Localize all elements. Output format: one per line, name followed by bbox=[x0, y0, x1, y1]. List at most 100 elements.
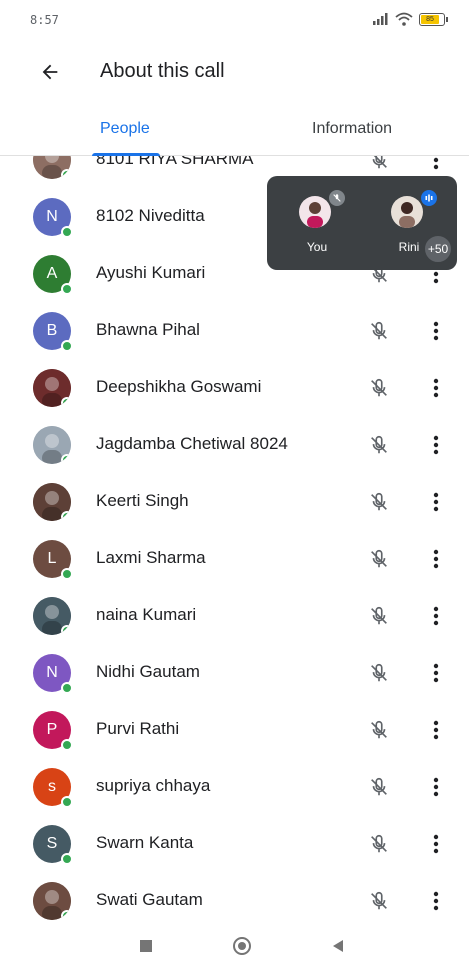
avatar-initial: s bbox=[48, 778, 56, 795]
participant-name: Nidhi Gautam bbox=[96, 662, 200, 681]
mute-status-button[interactable] bbox=[365, 716, 393, 744]
participant-row[interactable]: Swati Gautam bbox=[0, 872, 469, 928]
avatar: A bbox=[33, 255, 73, 295]
participant-menu-button[interactable] bbox=[424, 602, 448, 630]
mute-status-button[interactable] bbox=[365, 773, 393, 801]
mute-status-button[interactable] bbox=[365, 156, 393, 174]
participant-menu-button[interactable] bbox=[424, 659, 448, 687]
self-avatar bbox=[299, 196, 331, 228]
mute-status-button[interactable] bbox=[365, 374, 393, 402]
presence-dot bbox=[61, 625, 71, 635]
app-bar: About this call bbox=[0, 42, 469, 102]
more-vert-icon bbox=[433, 378, 439, 398]
participant-row[interactable]: Deepshikha Goswami bbox=[0, 359, 469, 416]
avatar bbox=[33, 369, 71, 407]
tab-information[interactable]: Information bbox=[312, 120, 392, 138]
back-nav-button[interactable] bbox=[324, 934, 352, 958]
participant-name: 8102 Niveditta bbox=[96, 206, 205, 225]
participant-row[interactable]: Keerti Singh bbox=[0, 473, 469, 530]
more-vert-icon bbox=[433, 492, 439, 512]
more-vert-icon bbox=[433, 321, 439, 341]
tab-bar: People Information bbox=[0, 110, 469, 156]
mute-status-button[interactable] bbox=[365, 830, 393, 858]
avatar-initial: S bbox=[46, 835, 58, 852]
more-vert-icon bbox=[433, 663, 439, 683]
page-title: About this call bbox=[100, 60, 225, 82]
mic-off-icon bbox=[371, 378, 387, 397]
avatar bbox=[33, 882, 71, 920]
mute-status-button[interactable] bbox=[365, 887, 393, 915]
square-icon bbox=[140, 940, 152, 952]
mute-status-button[interactable] bbox=[365, 488, 393, 516]
mute-status-button[interactable] bbox=[365, 659, 393, 687]
mute-status-button[interactable] bbox=[365, 545, 393, 573]
mute-status-button[interactable] bbox=[365, 317, 393, 345]
arrow-back-icon bbox=[42, 64, 58, 80]
presence-dot bbox=[61, 169, 71, 179]
participant-name: naina Kumari bbox=[96, 605, 197, 624]
tab-people[interactable]: People bbox=[100, 120, 150, 138]
avatar bbox=[33, 483, 71, 521]
avatar-initial: L bbox=[47, 550, 57, 567]
participant-name: Deepshikha Goswami bbox=[96, 377, 262, 396]
status-time: 8:57 bbox=[30, 13, 59, 27]
more-vert-icon bbox=[433, 435, 439, 455]
participant-name: Swarn Kanta bbox=[96, 833, 194, 852]
presence-dot bbox=[61, 910, 71, 920]
more-vert-icon bbox=[433, 777, 439, 797]
avatar bbox=[33, 597, 71, 635]
wifi-icon bbox=[395, 12, 413, 26]
system-nav-bar bbox=[0, 928, 469, 962]
home-button[interactable] bbox=[228, 934, 256, 958]
participant-name: 8101 RIYA SHARMA bbox=[96, 156, 254, 168]
mic-off-icon bbox=[371, 663, 387, 682]
mic-off-icon bbox=[371, 435, 387, 454]
presence-dot bbox=[61, 853, 73, 865]
avatar: s bbox=[33, 768, 73, 808]
presence-dot bbox=[61, 796, 73, 808]
participant-menu-button[interactable] bbox=[424, 716, 448, 744]
avatar: P bbox=[33, 711, 73, 751]
participant-menu-button[interactable] bbox=[424, 431, 448, 459]
participant-row[interactable]: S Swarn Kanta bbox=[0, 815, 469, 872]
avatar bbox=[33, 156, 71, 179]
avatar: S bbox=[33, 825, 73, 865]
more-vert-icon bbox=[433, 720, 439, 740]
more-vert-icon bbox=[433, 549, 439, 569]
participant-menu-button[interactable] bbox=[424, 830, 448, 858]
status-bar: 8:57 85 bbox=[0, 0, 469, 42]
participant-menu-button[interactable] bbox=[424, 887, 448, 915]
triangle-back-icon bbox=[333, 940, 343, 952]
more-vert-icon bbox=[433, 834, 439, 854]
presence-dot bbox=[61, 226, 73, 238]
recents-button[interactable] bbox=[132, 934, 160, 958]
participant-name: Jagdamba Chetiwal 8024 bbox=[96, 434, 288, 453]
participant-row[interactable]: L Laxmi Sharma bbox=[0, 530, 469, 587]
avatar bbox=[33, 426, 71, 464]
participant-row[interactable]: P Purvi Rathi bbox=[0, 701, 469, 758]
avatar-initial: N bbox=[46, 208, 58, 225]
mic-off-icon bbox=[371, 777, 387, 796]
participant-menu-button[interactable] bbox=[424, 488, 448, 516]
participant-name: Laxmi Sharma bbox=[96, 548, 206, 567]
mute-status-button[interactable] bbox=[365, 602, 393, 630]
participant-menu-button[interactable] bbox=[424, 317, 448, 345]
participant-row[interactable]: N Nidhi Gautam bbox=[0, 644, 469, 701]
participant-name: Bhawna Pihal bbox=[96, 320, 200, 339]
mute-status-button[interactable] bbox=[365, 431, 393, 459]
self-view-overlay[interactable]: You Rini +50 bbox=[267, 176, 457, 270]
mic-off-icon bbox=[371, 891, 387, 910]
presence-dot bbox=[61, 682, 73, 694]
participant-menu-button[interactable] bbox=[424, 545, 448, 573]
participant-menu-button[interactable] bbox=[424, 156, 448, 174]
mic-off-icon bbox=[372, 156, 387, 169]
participant-menu-button[interactable] bbox=[424, 374, 448, 402]
participant-menu-button[interactable] bbox=[424, 773, 448, 801]
participant-row[interactable]: B Bhawna Pihal bbox=[0, 302, 469, 359]
participant-row[interactable]: naina Kumari bbox=[0, 587, 469, 644]
back-button[interactable] bbox=[34, 56, 66, 88]
presence-dot bbox=[61, 568, 73, 580]
participant-row[interactable]: Jagdamba Chetiwal 8024 bbox=[0, 416, 469, 473]
presence-dot bbox=[61, 340, 73, 352]
participant-row[interactable]: s supriya chhaya bbox=[0, 758, 469, 815]
